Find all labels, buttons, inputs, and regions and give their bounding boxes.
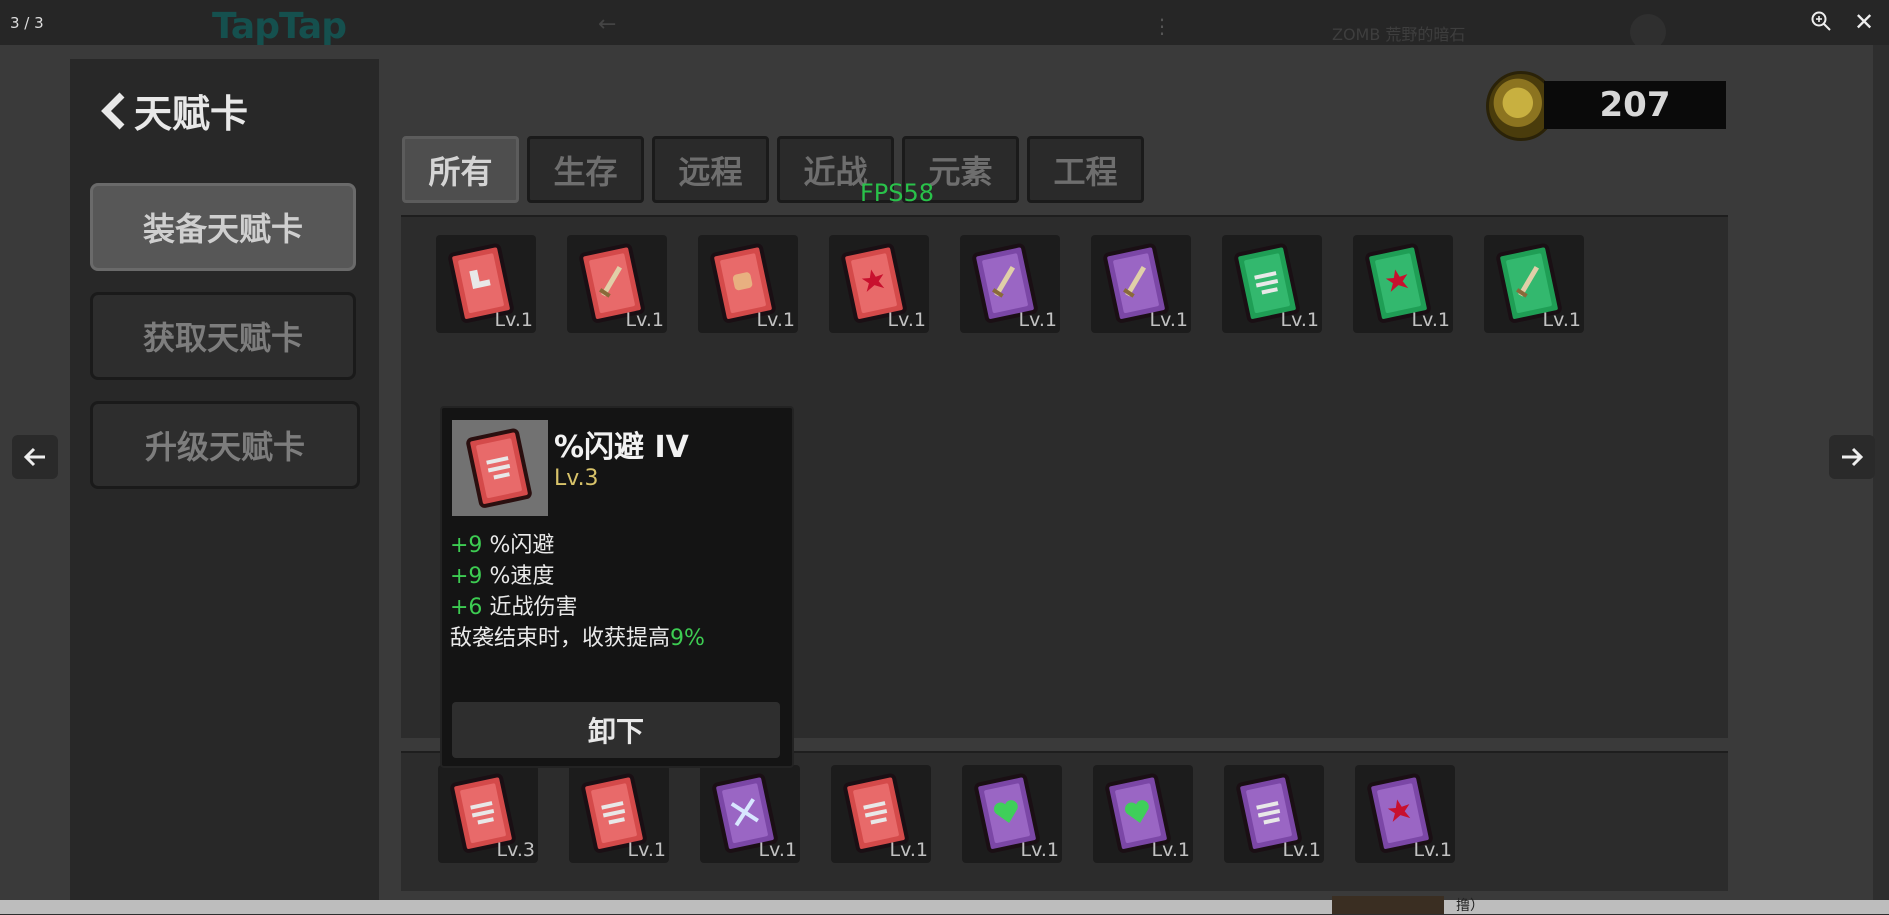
stat-value: +9	[450, 533, 483, 558]
background-text-fragment: 撸）	[1456, 898, 1484, 914]
card-level: Lv.1	[1018, 309, 1057, 331]
inventory-card[interactable]: Lv.1	[1353, 235, 1453, 333]
equipped-card[interactable]: Lv.1	[1355, 765, 1455, 863]
card-level: Lv.1	[625, 309, 664, 331]
category-tabs: 所有 生存 远程 近战 元素 工程	[402, 136, 1144, 203]
card-level: Lv.1	[494, 309, 533, 331]
brand-logo: TapTap	[212, 6, 347, 47]
tooltip-card-image	[452, 420, 548, 516]
card-level: Lv.1	[1413, 839, 1452, 861]
inventory-card[interactable]: Lv.1	[829, 235, 929, 333]
equipped-card[interactable]: Lv.1	[1093, 765, 1193, 863]
stat-value: +6	[450, 595, 483, 620]
card-detail-tooltip: %闪避 IV Lv.3 +9 %闪避 +9 %速度 +6 近战伤害 敌袭结束时，…	[440, 406, 794, 768]
upgrade-talent-card-button[interactable]: 升级天赋卡	[90, 401, 360, 489]
card-level: Lv.1	[756, 309, 795, 331]
tooltip-stats: +9 %闪避 +9 %速度 +6 近战伤害 敌袭结束时，收获提高9%	[450, 530, 705, 654]
equipped-card[interactable]: Lv.1	[831, 765, 931, 863]
inventory-card[interactable]: Lv.1	[698, 235, 798, 333]
card-level: Lv.1	[1151, 839, 1190, 861]
chevron-left-icon	[101, 92, 125, 129]
arrow-right-icon	[1842, 447, 1864, 467]
page-bottom-strip	[0, 900, 1889, 914]
zoom-icon[interactable]	[1810, 10, 1836, 36]
card-level: Lv.1	[887, 309, 926, 331]
stat-line: +9 %闪避	[450, 530, 705, 561]
equipped-card[interactable]: Lv.1	[962, 765, 1062, 863]
card-level: Lv.1	[1280, 309, 1319, 331]
close-icon[interactable]: ✕	[1854, 8, 1874, 36]
card-inventory-row: Lv.1 Lv.1 Lv.1 Lv.1 Lv.1 Lv.1 Lv.1 Lv.1 Lv.1	[436, 235, 1584, 333]
stat-label: %闪避	[489, 533, 555, 558]
inventory-card[interactable]: Lv.1	[1222, 235, 1322, 333]
image-counter: 3 / 3	[10, 14, 44, 32]
unequip-button[interactable]: 卸下	[452, 702, 780, 758]
game-screen: 天赋卡 装备天赋卡 获取天赋卡 升级天赋卡 207 所有 生存 远程 近战 元素…	[0, 45, 1873, 900]
background-image-fragment	[1332, 896, 1444, 914]
equipped-card[interactable]: Lv.3	[438, 765, 538, 863]
arrow-left-icon	[23, 447, 45, 467]
left-panel: 天赋卡 装备天赋卡 获取天赋卡 升级天赋卡	[70, 59, 379, 900]
background-search-text: ZOMB 荒野的暗石	[1332, 25, 1466, 44]
card-level: Lv.1	[758, 839, 797, 861]
card-level: Lv.1	[889, 839, 928, 861]
coin-count: 207	[1544, 81, 1726, 129]
card-level: Lv.1	[1020, 839, 1059, 861]
stat-value: +9	[450, 564, 483, 589]
equipped-cards-row: Lv.3 Lv.1 Lv.1 Lv.1 Lv.1 Lv.1 Lv.1 Lv.1	[438, 765, 1455, 863]
background-more-icon: ⋮	[1152, 14, 1172, 38]
stat-line: +9 %速度	[450, 561, 705, 592]
card-level: Lv.1	[1149, 309, 1188, 331]
tooltip-card-level: Lv.3	[554, 466, 599, 491]
stat-label: %速度	[489, 564, 555, 589]
tooltip-card-icon	[466, 428, 532, 508]
tooltip-card-name: %闪避 IV	[554, 430, 689, 465]
fps-counter: FPS58	[860, 179, 935, 207]
tab-all[interactable]: 所有	[402, 136, 519, 203]
card-level: Lv.1	[627, 839, 666, 861]
equipped-card[interactable]: Lv.1	[700, 765, 800, 863]
equipped-card[interactable]: Lv.1	[569, 765, 669, 863]
obtain-talent-card-button[interactable]: 获取天赋卡	[90, 292, 356, 380]
card-level: Lv.1	[1411, 309, 1450, 331]
inventory-card[interactable]: Lv.1	[1484, 235, 1584, 333]
background-back-icon: ←	[598, 12, 617, 37]
card-level: Lv.3	[496, 839, 535, 861]
tab-engineering[interactable]: 工程	[1027, 136, 1144, 203]
effect-line: 敌袭结束时，收获提高9%	[450, 623, 705, 654]
viewer-topbar: 3 / 3 TapTap ← ⋮ ZOMB 荒野的暗石 ✕	[0, 0, 1889, 50]
back-button[interactable]: 天赋卡	[100, 83, 248, 138]
inventory-card[interactable]: Lv.1	[960, 235, 1060, 333]
inventory-card[interactable]: Lv.1	[436, 235, 536, 333]
effect-value: 9%	[670, 626, 705, 651]
tab-ranged[interactable]: 远程	[652, 136, 769, 203]
page-title: 天赋卡	[134, 92, 249, 136]
equip-talent-card-button[interactable]: 装备天赋卡	[90, 183, 356, 271]
stat-line: +6 近战伤害	[450, 592, 705, 623]
effect-text: 敌袭结束时，收获提高	[450, 626, 671, 651]
tab-survival[interactable]: 生存	[527, 136, 644, 203]
inventory-card[interactable]: Lv.1	[567, 235, 667, 333]
equipped-card[interactable]: Lv.1	[1224, 765, 1324, 863]
next-image-button[interactable]	[1829, 435, 1875, 479]
card-level: Lv.1	[1282, 839, 1321, 861]
inventory-card[interactable]: Lv.1	[1091, 235, 1191, 333]
equipped-cards-panel: Lv.3 Lv.1 Lv.1 Lv.1 Lv.1 Lv.1 Lv.1 Lv.1	[401, 751, 1728, 891]
stat-label: 近战伤害	[489, 595, 578, 620]
card-level: Lv.1	[1542, 309, 1581, 331]
previous-image-button[interactable]	[12, 435, 58, 479]
